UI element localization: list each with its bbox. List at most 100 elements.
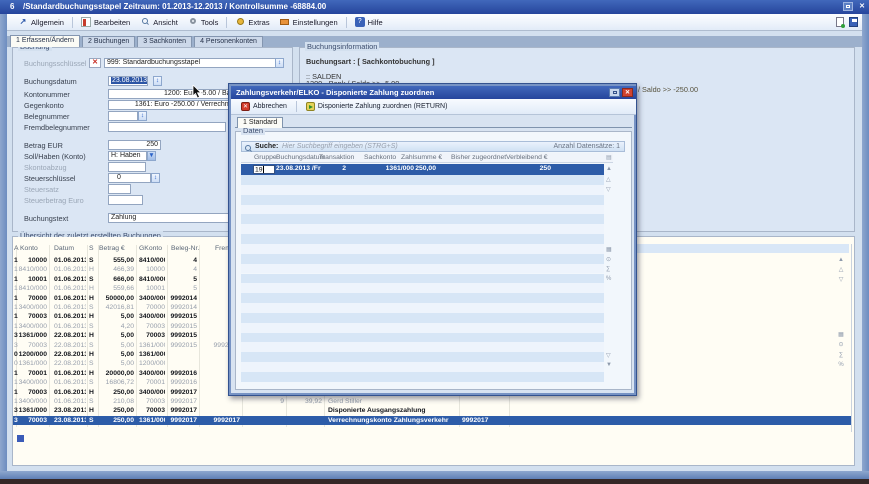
application-window: 6 /Standardbuchungsstapel Zeitraum: 01.2… <box>0 0 869 484</box>
scroll-down-icon[interactable]: ▽ <box>606 352 611 359</box>
assign-icon <box>306 102 315 111</box>
cell-gkonto: 3400/000 <box>139 294 165 303</box>
menu-label: Allgemein <box>31 18 64 27</box>
cell-s: H <box>89 294 97 303</box>
spinner-icon[interactable]: ↕ <box>138 111 147 121</box>
cell-datum: 01.06.2013 <box>54 397 86 406</box>
col-header-betrag[interactable]: Betrag € <box>99 245 125 254</box>
spinner-icon[interactable]: ↕ <box>151 173 160 183</box>
soll-haben-select[interactable]: H: Haben <box>108 151 147 161</box>
col-header-s[interactable]: S <box>89 245 94 254</box>
cell-betrag: 555,00 <box>99 256 134 265</box>
col-zahlsumme[interactable]: Zahlsumme € <box>401 154 442 161</box>
cell-datum: 01.06.2013 <box>54 256 86 265</box>
skontoabzug-input[interactable] <box>108 162 146 172</box>
dropdown-arrow-icon[interactable]: ↕ <box>275 58 284 68</box>
steuersatz-input[interactable] <box>108 184 131 194</box>
steuerbetrag-input[interactable] <box>108 195 143 205</box>
menu-label: Einstellungen <box>293 18 338 27</box>
tab-personenkonten[interactable]: 4 Personenkonten <box>194 36 263 47</box>
col-header-datum[interactable]: Datum <box>54 245 74 254</box>
cell-gkonto: 10000 <box>139 265 165 274</box>
tab-buchungen[interactable]: 2 Buchungen <box>82 36 135 47</box>
buchungsschluessel-label: Buchungsschlüssel <box>24 59 86 68</box>
dropdown-arrow-icon[interactable]: ▼ <box>147 151 156 161</box>
cell-beleg: 9992017 <box>169 406 197 415</box>
sum-icon[interactable]: ∑ <box>836 351 846 360</box>
column-chooser-icon[interactable]: ▦ <box>836 331 846 340</box>
menu-hilfe[interactable]: ? Hilfe <box>350 15 388 29</box>
restore-icon[interactable] <box>843 2 853 11</box>
buchungsschluessel-select[interactable]: 999: Standardbuchungsstapel <box>104 58 276 68</box>
col-buchungsdatum[interactable]: Buchungsdatum <box>276 154 325 161</box>
cell-datum: 01.06.2013 <box>54 322 86 331</box>
scroll-top-icon[interactable]: ▲ <box>606 166 612 172</box>
col-bisher-zugeordnet[interactable]: Bisher zugeordnet <box>451 154 506 161</box>
col-verbleibend[interactable]: Verbleibend € <box>506 154 548 161</box>
col-sachkonto[interactable]: Sachkonto <box>364 154 396 161</box>
buchungstext-label: Buchungstext <box>24 214 68 223</box>
belegnummer-input[interactable] <box>108 111 138 121</box>
steuerbetrag-label: Steuerbetrag Euro <box>24 196 84 205</box>
gruppe-edit-cell[interactable]: 19 <box>253 165 275 174</box>
search-icon[interactable]: ⊙ <box>836 341 846 350</box>
dialog-restore-icon[interactable] <box>609 88 620 97</box>
empty-row-stripe <box>241 362 604 372</box>
empty-row-stripe <box>241 313 604 323</box>
scroll-down-icon[interactable]: ▽ <box>836 276 846 285</box>
cell-konto: 3400/000 <box>17 322 47 331</box>
col-header-konto[interactable]: Konto <box>20 245 38 254</box>
belegnummer-label: Belegnummer <box>24 112 69 121</box>
fremdbelegnummer-input[interactable] <box>108 122 226 132</box>
text-cursor <box>263 166 264 173</box>
scroll-up-icon[interactable]: △ <box>606 176 611 183</box>
clear-icon[interactable]: ✕ <box>89 58 101 68</box>
col-header-beleg[interactable]: Beleg-Nr. <box>171 245 199 254</box>
search-bar[interactable]: Suche: Hier Suchbegriff eingeben (STRG+S… <box>241 141 625 152</box>
col-gruppe[interactable]: Gruppe <box>254 154 277 161</box>
cell-datum: 22.08.2013 <box>54 331 86 340</box>
menu-extras[interactable]: Extras <box>230 15 274 29</box>
scroll-bottom-icon[interactable]: ▼ <box>606 362 612 368</box>
save-icon[interactable] <box>849 17 858 27</box>
empty-row-stripe <box>241 234 604 244</box>
betrag-input[interactable]: 250 <box>108 140 161 150</box>
dialog-tab-standard[interactable]: 1 Standard <box>237 117 283 128</box>
new-document-icon[interactable] <box>836 17 844 27</box>
dialog-close-icon[interactable]: ✕ <box>622 88 633 97</box>
column-chooser-icon[interactable]: ▦ <box>606 246 612 253</box>
extras-icon <box>235 17 245 27</box>
percent-icon[interactable]: % <box>606 276 611 282</box>
buchungsdatum-value: 23.08.2013 <box>111 77 148 84</box>
cell-beleg: 9992015 <box>169 331 197 340</box>
percent-icon[interactable]: % <box>836 361 846 370</box>
cell-konto: 10000 <box>17 256 47 265</box>
steuerschluessel-label: Steuerschlüssel <box>24 174 76 183</box>
cell-datum: 22.08.2013 <box>54 341 86 350</box>
menu-bearbeiten[interactable]: Bearbeiten <box>76 15 135 29</box>
column-chooser-icon[interactable]: ▤ <box>606 154 612 161</box>
steuerschluessel-input[interactable]: 0 <box>108 173 151 183</box>
scroll-down-icon[interactable]: ▽ <box>606 186 611 193</box>
menu-allgemein[interactable]: ↗ Allgemein <box>13 15 69 29</box>
cell-beleg: 9992017 <box>169 416 197 425</box>
window-frame-left <box>0 14 7 479</box>
menu-ansicht[interactable]: Ansicht <box>135 15 183 29</box>
tab-sachkonten[interactable]: 3 Sachkonten <box>137 36 192 47</box>
assign-payment-button[interactable]: Disponierte Zahlung zuordnen (RETURN) <box>300 100 454 113</box>
col-transaktion[interactable]: Transaktion <box>319 154 354 161</box>
sum-icon[interactable]: ∑ <box>606 266 610 272</box>
spinner-icon[interactable]: ↕ <box>153 76 162 86</box>
menu-einstellungen[interactable]: Einstellungen <box>275 15 343 29</box>
menu-tools[interactable]: Tools <box>183 15 224 29</box>
scroll-top-icon[interactable]: ▲ <box>836 256 846 265</box>
cell-s: H <box>89 284 97 293</box>
cancel-button[interactable]: ✕ Abbrechen <box>235 100 293 113</box>
col-header-gkonto[interactable]: GKonto <box>139 245 162 254</box>
close-icon[interactable]: ✕ <box>859 1 865 12</box>
search-icon[interactable]: ⊙ <box>606 256 611 263</box>
buchungsdatum-input[interactable]: 23.08.2013 <box>108 76 148 86</box>
empty-row-stripe <box>241 205 604 215</box>
tab-erfassen-aendern[interactable]: 1 Erfassen/Ändern <box>10 35 80 47</box>
scroll-up-icon[interactable]: △ <box>836 266 846 275</box>
